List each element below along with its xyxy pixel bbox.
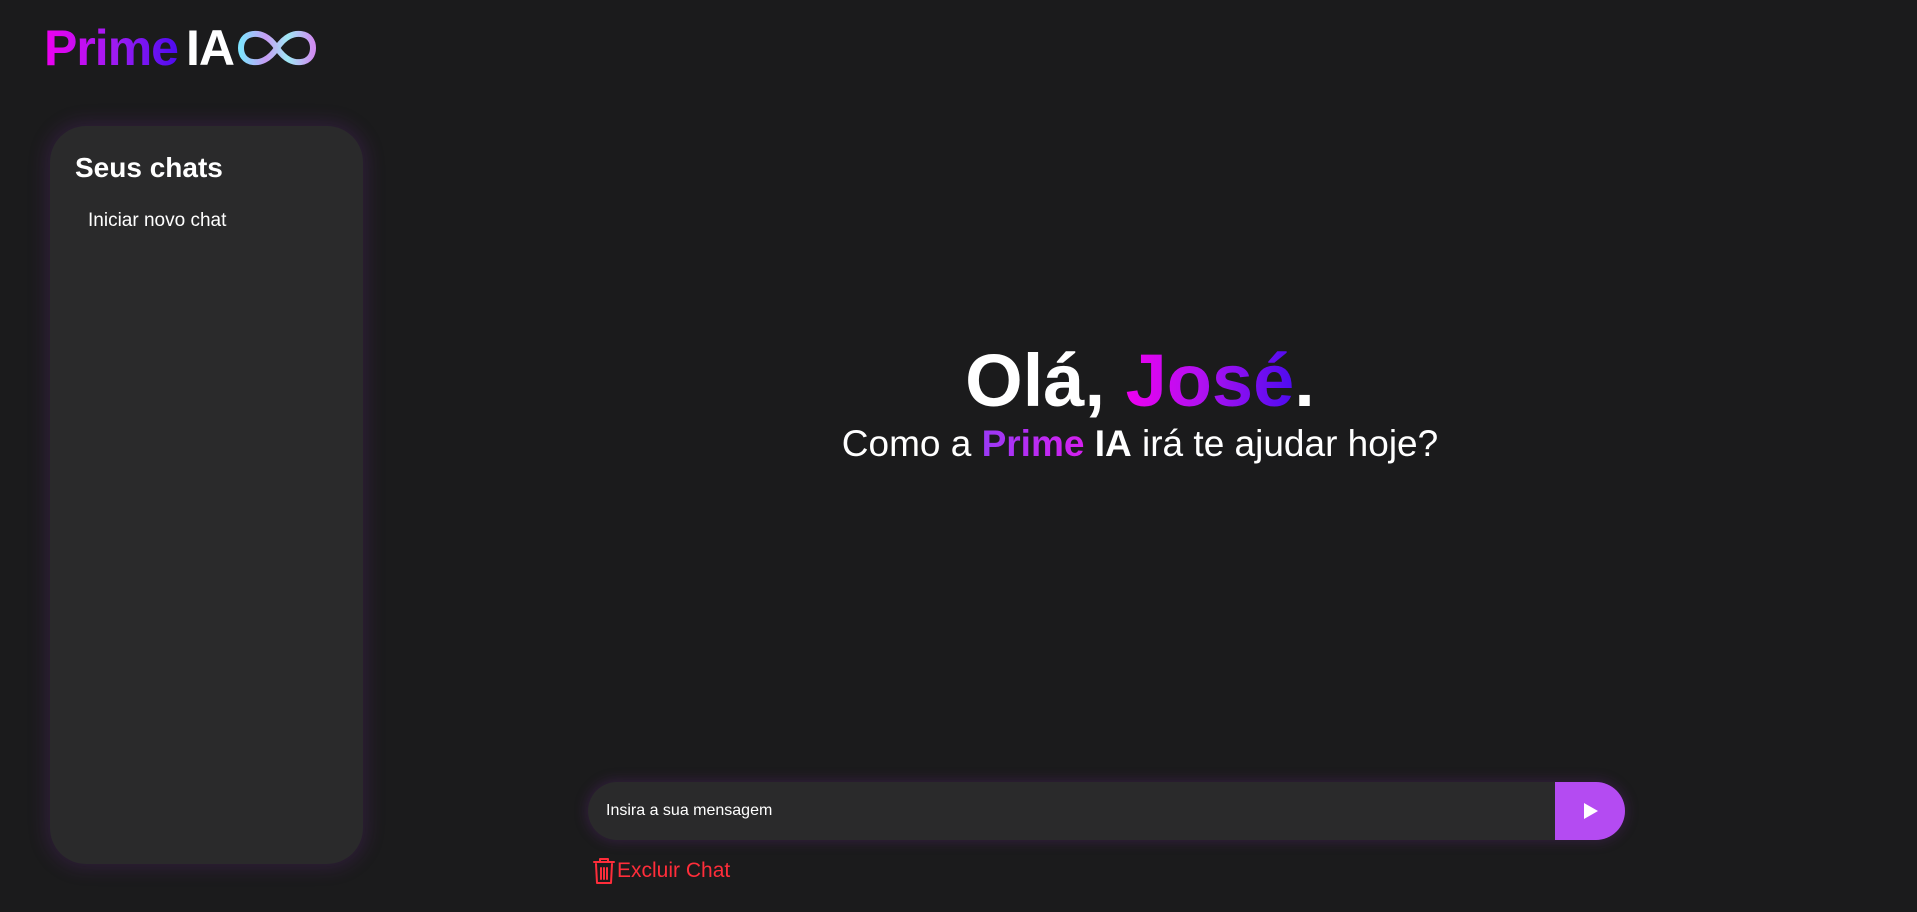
greeting-user-name: José: [1125, 339, 1295, 422]
send-button[interactable]: [1555, 782, 1625, 840]
greeting-punct: .: [1294, 339, 1315, 422]
logo[interactable]: Prime IA: [44, 18, 316, 78]
message-input[interactable]: [588, 782, 1555, 840]
new-chat-button[interactable]: Iniciar novo chat: [75, 210, 338, 232]
greeting-hello: Olá,: [965, 339, 1126, 422]
greeting-subtitle-prefix: Como a: [841, 423, 982, 464]
infinity-icon: [237, 30, 316, 66]
logo-prime-text: Prime: [44, 20, 179, 76]
message-composer: [588, 782, 1625, 840]
app-root: Prime IA Seus chats Iniciar novo chat Ol…: [0, 0, 1917, 912]
delete-chat-label: Excluir Chat: [617, 859, 731, 882]
greeting-brand-ia: IA: [1094, 423, 1132, 464]
greeting-subtitle: Como a Prime IA irá te ajudar hoje?: [640, 422, 1640, 466]
greeting-brand-prime: Prime: [981, 423, 1085, 464]
sidebar-title: Seus chats: [75, 152, 223, 183]
play-icon: [1584, 803, 1598, 819]
trash-icon: [593, 858, 615, 884]
delete-chat-button[interactable]: Excluir Chat: [592, 857, 730, 885]
sidebar-chats: Seus chats Iniciar novo chat: [50, 126, 363, 864]
greeting-subtitle-suffix: irá te ajudar hoje?: [1131, 423, 1439, 464]
greeting-title: Olá, José.: [640, 338, 1640, 424]
logo-ia-text: IA: [185, 20, 235, 76]
greeting: Olá, José. Como a Prime IA irá te ajudar…: [640, 338, 1640, 466]
